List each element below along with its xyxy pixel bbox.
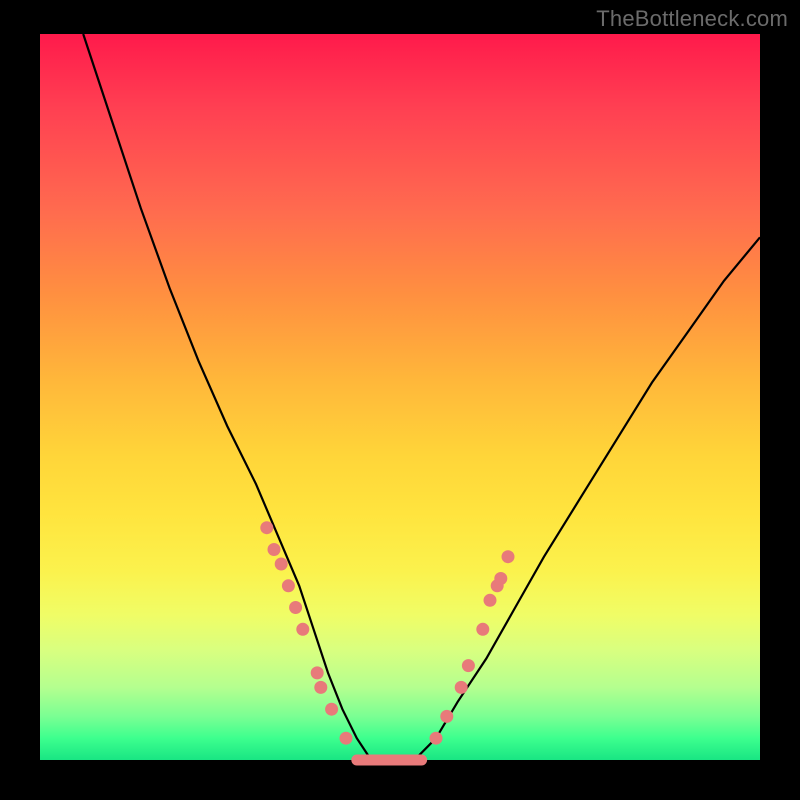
curve-marker-dot — [296, 623, 309, 636]
curve-marker-dot — [325, 703, 338, 716]
chart-frame: TheBottleneck.com — [0, 0, 800, 800]
curve-marker-dot — [502, 550, 515, 563]
plot-area — [40, 34, 760, 760]
bottleneck-curve — [83, 34, 760, 760]
curve-marker-dot — [440, 710, 453, 723]
curve-marker-dot — [462, 659, 475, 672]
curve-marker-dot — [340, 732, 353, 745]
curve-marker-dot — [275, 558, 288, 571]
curve-marker-dot — [430, 732, 443, 745]
curve-marker-dot — [289, 601, 302, 614]
curve-marker-dot — [494, 572, 507, 585]
curve-marker-dot — [484, 594, 497, 607]
curve-marker-dot — [311, 666, 324, 679]
curve-marker-dot — [260, 521, 273, 534]
watermark-label: TheBottleneck.com — [596, 6, 788, 32]
curve-marker-dot — [268, 543, 281, 556]
curve-marker-dot — [476, 623, 489, 636]
curve-markers — [260, 521, 514, 745]
curve-marker-dot — [282, 579, 295, 592]
curve-marker-dot — [455, 681, 468, 694]
curve-marker-dot — [314, 681, 327, 694]
chart-svg — [40, 34, 760, 760]
